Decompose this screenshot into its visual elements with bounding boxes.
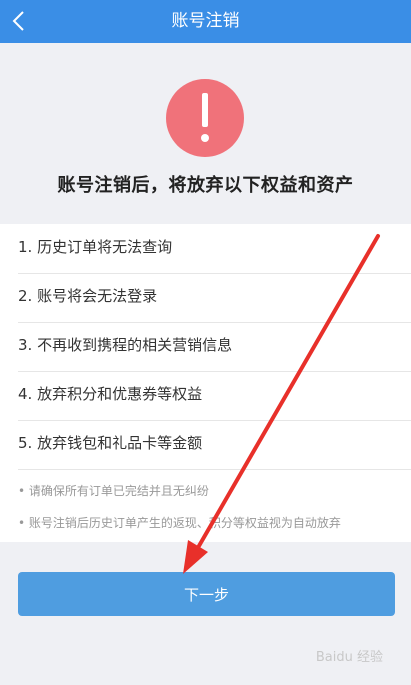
list-item: 5. 放弃钱包和礼品卡等金额 (18, 420, 411, 470)
warning-heading: 账号注销后，将放弃以下权益和资产 (57, 175, 354, 196)
list-item: 2. 账号将会无法登录 (18, 273, 411, 323)
warning-header: 账号注销后，将放弃以下权益和资产 (0, 43, 411, 226)
warning-icon (166, 79, 244, 157)
nav-bar: 账号注销 (0, 0, 411, 43)
consequence-list: 1. 历史订单将无法查询 2. 账号将会无法登录 3. 不再收到携程的相关营销信… (0, 224, 411, 542)
list-item: 4. 放弃积分和优惠券等权益 (18, 371, 411, 421)
next-step-button[interactable]: 下一步 (18, 572, 395, 616)
list-item: 1. 历史订单将无法查询 (18, 224, 411, 274)
list-item: 3. 不再收到携程的相关营销信息 (18, 322, 411, 372)
note-orders: • 请确保所有订单已完结并且无纠纷 (18, 484, 209, 498)
note-rewards: • 账号注销后历史订单产生的返现、积分等权益视为自动放弃 (18, 516, 341, 530)
watermark: Baidu 经验 (315, 650, 383, 665)
page-title: 账号注销 (171, 11, 240, 31)
